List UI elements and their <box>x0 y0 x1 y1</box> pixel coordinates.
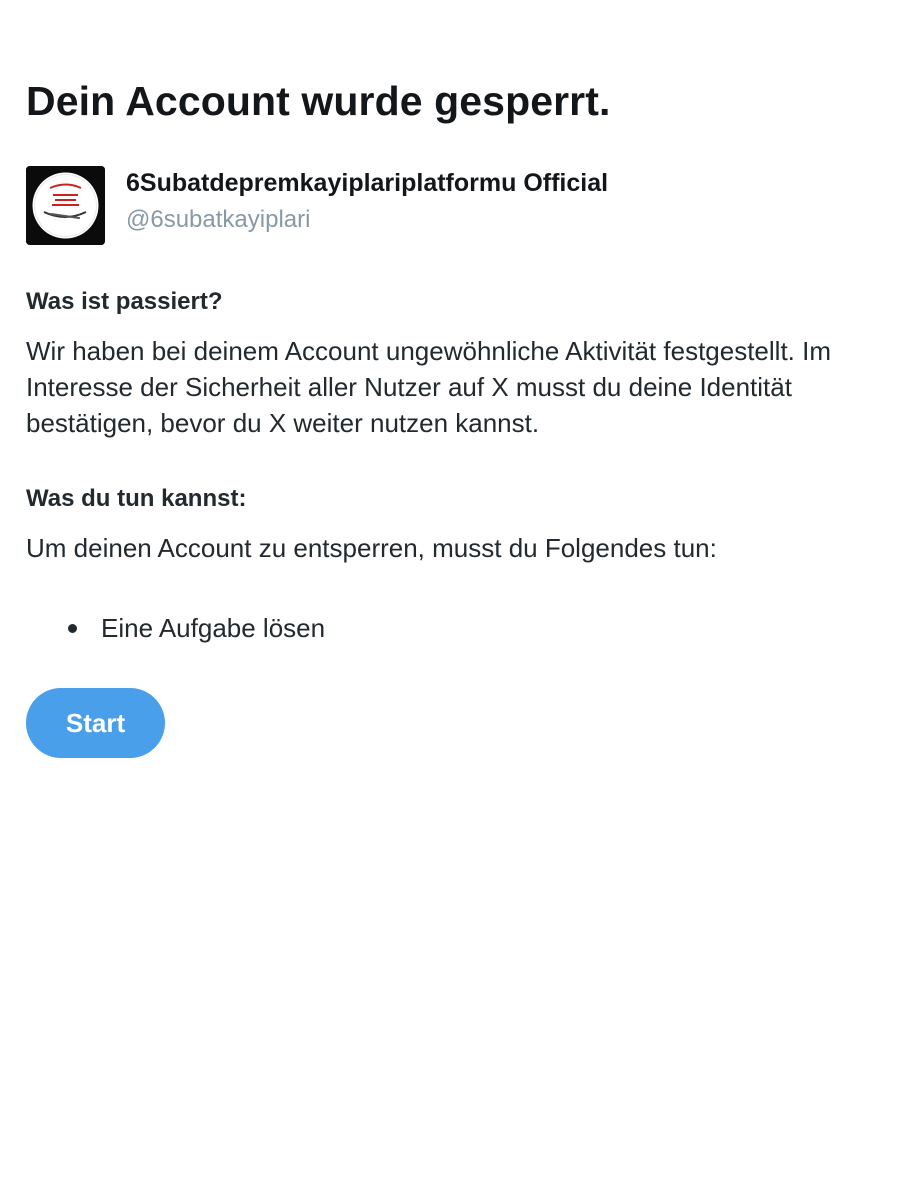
page-title: Dein Account wurde gesperrt. <box>26 78 611 124</box>
avatar <box>26 166 105 245</box>
account-handle: @6subatkayiplari <box>126 206 311 233</box>
task-item: Eine Aufgabe lösen <box>26 610 325 646</box>
what-to-do-text: Um deinen Account zu entsperren, musst d… <box>26 533 717 563</box>
task-list: Eine Aufgabe lösen <box>26 610 325 646</box>
task-label: Eine Aufgabe lösen <box>101 613 326 643</box>
circular-logo-avatar-icon <box>26 166 105 245</box>
what-happened-text: Wir haben bei deinem Account ungewöhnlic… <box>26 336 831 438</box>
bullet-icon <box>68 624 77 633</box>
what-happened-heading: Was ist passiert? <box>26 288 223 315</box>
account-card: 6Subatdepremkayiplariplatformu Official … <box>26 166 886 246</box>
what-to-do-heading: Was du tun kannst: <box>26 485 247 512</box>
account-display-name: 6Subatdepremkayiplariplatformu Official <box>126 169 609 197</box>
start-button[interactable]: Start <box>26 688 165 758</box>
